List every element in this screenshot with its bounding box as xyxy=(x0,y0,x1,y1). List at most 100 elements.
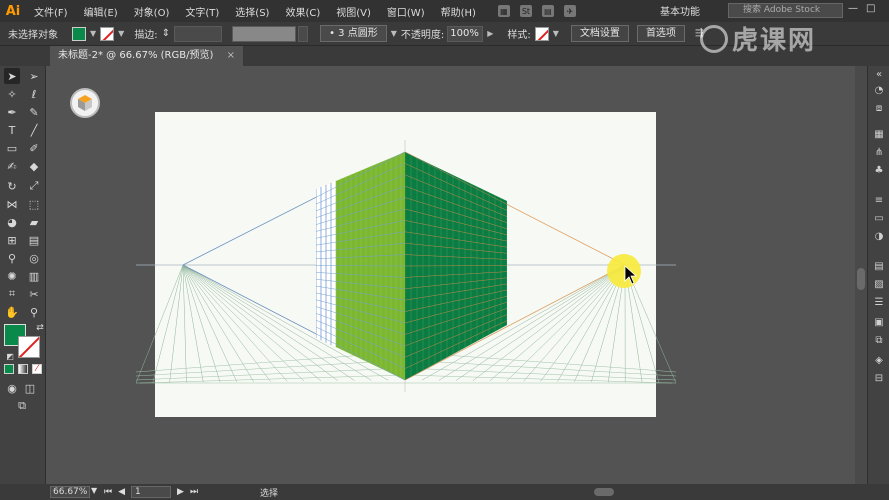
eraser-tool-icon[interactable]: ◆ xyxy=(26,158,42,174)
artboard-tool-icon[interactable]: ⌗ xyxy=(4,286,20,302)
stroke-stepper-icon[interactable]: ⇕ xyxy=(162,28,170,39)
stroke-weight-field[interactable] xyxy=(174,25,223,42)
mesh-tool-icon[interactable]: ⊞ xyxy=(4,232,20,248)
eyedropper-tool-icon[interactable]: ⚲ xyxy=(4,250,20,266)
swap-fill-stroke-icon[interactable]: ⇄ xyxy=(32,320,48,336)
chevron-down-icon[interactable]: ▼ xyxy=(91,486,97,495)
variable-width-profile[interactable] xyxy=(232,25,297,42)
magic-wand-tool-icon[interactable]: ✧ xyxy=(4,86,20,102)
default-colors-icon[interactable]: ◩ xyxy=(2,348,18,364)
profile-dropdown[interactable] xyxy=(298,25,309,42)
gpu-icon[interactable]: ✈ xyxy=(563,5,576,17)
first-artboard-icon[interactable]: ⏮ xyxy=(104,487,112,497)
opacity-field[interactable]: 100% xyxy=(447,25,484,42)
arrange-documents-icon[interactable]: ▤ xyxy=(541,5,554,17)
scale-tool-icon[interactable]: ⤢ xyxy=(26,178,42,194)
gradient-panel-icon[interactable]: ▭ xyxy=(872,212,886,224)
width-tool-icon[interactable]: ⋈ xyxy=(4,196,20,212)
paintbrush-tool-icon[interactable]: ✐ xyxy=(26,140,42,156)
rectangle-tool-icon[interactable]: ▭ xyxy=(4,140,20,156)
graphic-styles-icon[interactable]: ▨ xyxy=(872,278,886,290)
layers-panel-icon[interactable]: ◈ xyxy=(872,354,886,366)
rotate-tool-icon[interactable]: ↻ xyxy=(4,178,20,194)
menu-edit[interactable]: 编辑(E) xyxy=(76,4,126,19)
menu-file[interactable]: 文件(F) xyxy=(26,4,76,19)
menu-object[interactable]: 对象(O) xyxy=(126,4,178,19)
close-tab-icon[interactable]: × xyxy=(227,50,235,61)
type-tool-icon[interactable]: T xyxy=(4,122,20,138)
shaper-tool-icon[interactable]: ✍ xyxy=(4,158,20,174)
menu-view[interactable]: 视图(V) xyxy=(328,4,379,19)
artboards-panel-icon[interactable]: ⧉ xyxy=(872,334,886,346)
color-guide-icon[interactable]: ⧈ xyxy=(872,102,886,114)
perspective-plane-widget[interactable] xyxy=(70,88,100,118)
line-tool-icon[interactable]: ╱ xyxy=(26,122,42,138)
direct-selection-tool-icon[interactable]: ➢ xyxy=(26,68,42,84)
shape-builder-tool-icon[interactable]: ◕ xyxy=(4,214,20,230)
lasso-tool-icon[interactable]: ℓ xyxy=(26,86,42,102)
document-setup-button[interactable]: 文档设置 xyxy=(570,25,629,42)
slice-tool-icon[interactable]: ✂ xyxy=(26,286,42,302)
scrollbar-thumb[interactable] xyxy=(857,268,865,290)
column-graph-tool-icon[interactable]: ▥ xyxy=(26,268,42,284)
previous-artboard-icon[interactable]: ◀ xyxy=(118,487,125,497)
chevron-down-icon[interactable]: ▼ xyxy=(553,29,559,38)
color-panel-icon[interactable]: ◔ xyxy=(872,84,886,96)
maximize-button[interactable]: □ xyxy=(866,3,875,14)
chevron-down-icon[interactable]: ▼ xyxy=(118,29,124,38)
draw-mode-icon[interactable]: ◉ xyxy=(4,380,20,396)
symbol-sprayer-tool-icon[interactable]: ✺ xyxy=(4,268,20,284)
chevron-down-icon[interactable]: ▼ xyxy=(391,29,397,38)
stock-icon[interactable]: St xyxy=(519,5,532,17)
bridge-icon[interactable]: ▦ xyxy=(497,5,510,17)
workspace-switcher[interactable]: 基本功能 xyxy=(660,3,700,18)
gradient-mode-icon[interactable] xyxy=(18,364,28,374)
menu-select[interactable]: 选择(S) xyxy=(227,4,277,19)
chevron-down-icon[interactable]: ▼ xyxy=(90,29,96,38)
draw-inside-icon[interactable]: ◫ xyxy=(22,380,38,396)
pen-tool-icon[interactable]: ✒ xyxy=(4,104,20,120)
hand-tool-icon[interactable]: ✋ xyxy=(4,304,20,320)
menu-effect[interactable]: 效果(C) xyxy=(277,4,328,19)
blend-tool-icon[interactable]: ◎ xyxy=(26,250,42,266)
free-transform-tool-icon[interactable]: ⬚ xyxy=(26,196,42,212)
menu-type[interactable]: 文字(T) xyxy=(177,4,227,19)
screen-mode-icon[interactable]: ⧉ xyxy=(14,398,30,414)
brush-definition[interactable]: • 3 点圆形 xyxy=(320,25,387,42)
menu-window[interactable]: 窗口(W) xyxy=(379,4,433,19)
next-artboard-icon[interactable]: ▶ xyxy=(177,487,184,497)
none-mode-icon[interactable]: ⁄ xyxy=(32,364,42,374)
menu-help[interactable]: 帮助(H) xyxy=(433,4,484,19)
collapse-panels-icon[interactable]: « xyxy=(872,68,886,80)
graphic-style-swatch[interactable] xyxy=(534,26,549,41)
artboard-number-field[interactable]: 1 xyxy=(131,486,172,498)
layers-list-icon[interactable]: ☰ xyxy=(872,296,886,308)
stroke-swatch[interactable] xyxy=(100,26,115,41)
preferences-button[interactable]: 首选项 xyxy=(636,25,685,42)
symbols-panel-icon[interactable]: ♣ xyxy=(872,164,886,176)
vertical-scrollbar[interactable] xyxy=(855,66,867,484)
zoom-tool-icon[interactable]: ⚲ xyxy=(26,304,42,320)
gradient-tool-icon[interactable]: ▤ xyxy=(26,232,42,248)
swatches-panel-icon[interactable]: ▦ xyxy=(872,128,886,140)
document-tab[interactable]: 未标题-2* @ 66.67% (RGB/预览) × xyxy=(50,46,243,66)
color-mode-icon[interactable] xyxy=(4,364,14,374)
selection-tool-icon[interactable]: ➤ xyxy=(4,68,20,84)
perspective-grid-tool-icon[interactable]: ▰ xyxy=(26,214,42,230)
stroke-panel-icon[interactable]: ≡ xyxy=(872,194,886,206)
minimize-button[interactable]: — xyxy=(848,3,858,14)
align-panel-icon[interactable]: ⊟ xyxy=(872,372,886,384)
status-tool-label[interactable]: 选择 xyxy=(260,486,278,499)
stroke-color-swatch[interactable] xyxy=(18,336,40,358)
horizontal-scrollbar[interactable] xyxy=(360,487,850,497)
appearance-panel-icon[interactable]: ▤ xyxy=(872,260,886,272)
stock-search-input[interactable]: 搜索 Adobe Stock xyxy=(728,3,843,18)
curvature-tool-icon[interactable]: ✎ xyxy=(26,104,42,120)
zoom-field[interactable]: 66.67% xyxy=(50,486,90,498)
libraries-icon[interactable]: ▣ xyxy=(872,316,886,328)
scrollbar-thumb[interactable] xyxy=(594,488,614,496)
last-artboard-icon[interactable]: ⏭ xyxy=(190,487,198,497)
fill-swatch[interactable] xyxy=(72,26,86,41)
artboard[interactable] xyxy=(155,112,656,417)
brushes-panel-icon[interactable]: ⋔ xyxy=(872,146,886,158)
